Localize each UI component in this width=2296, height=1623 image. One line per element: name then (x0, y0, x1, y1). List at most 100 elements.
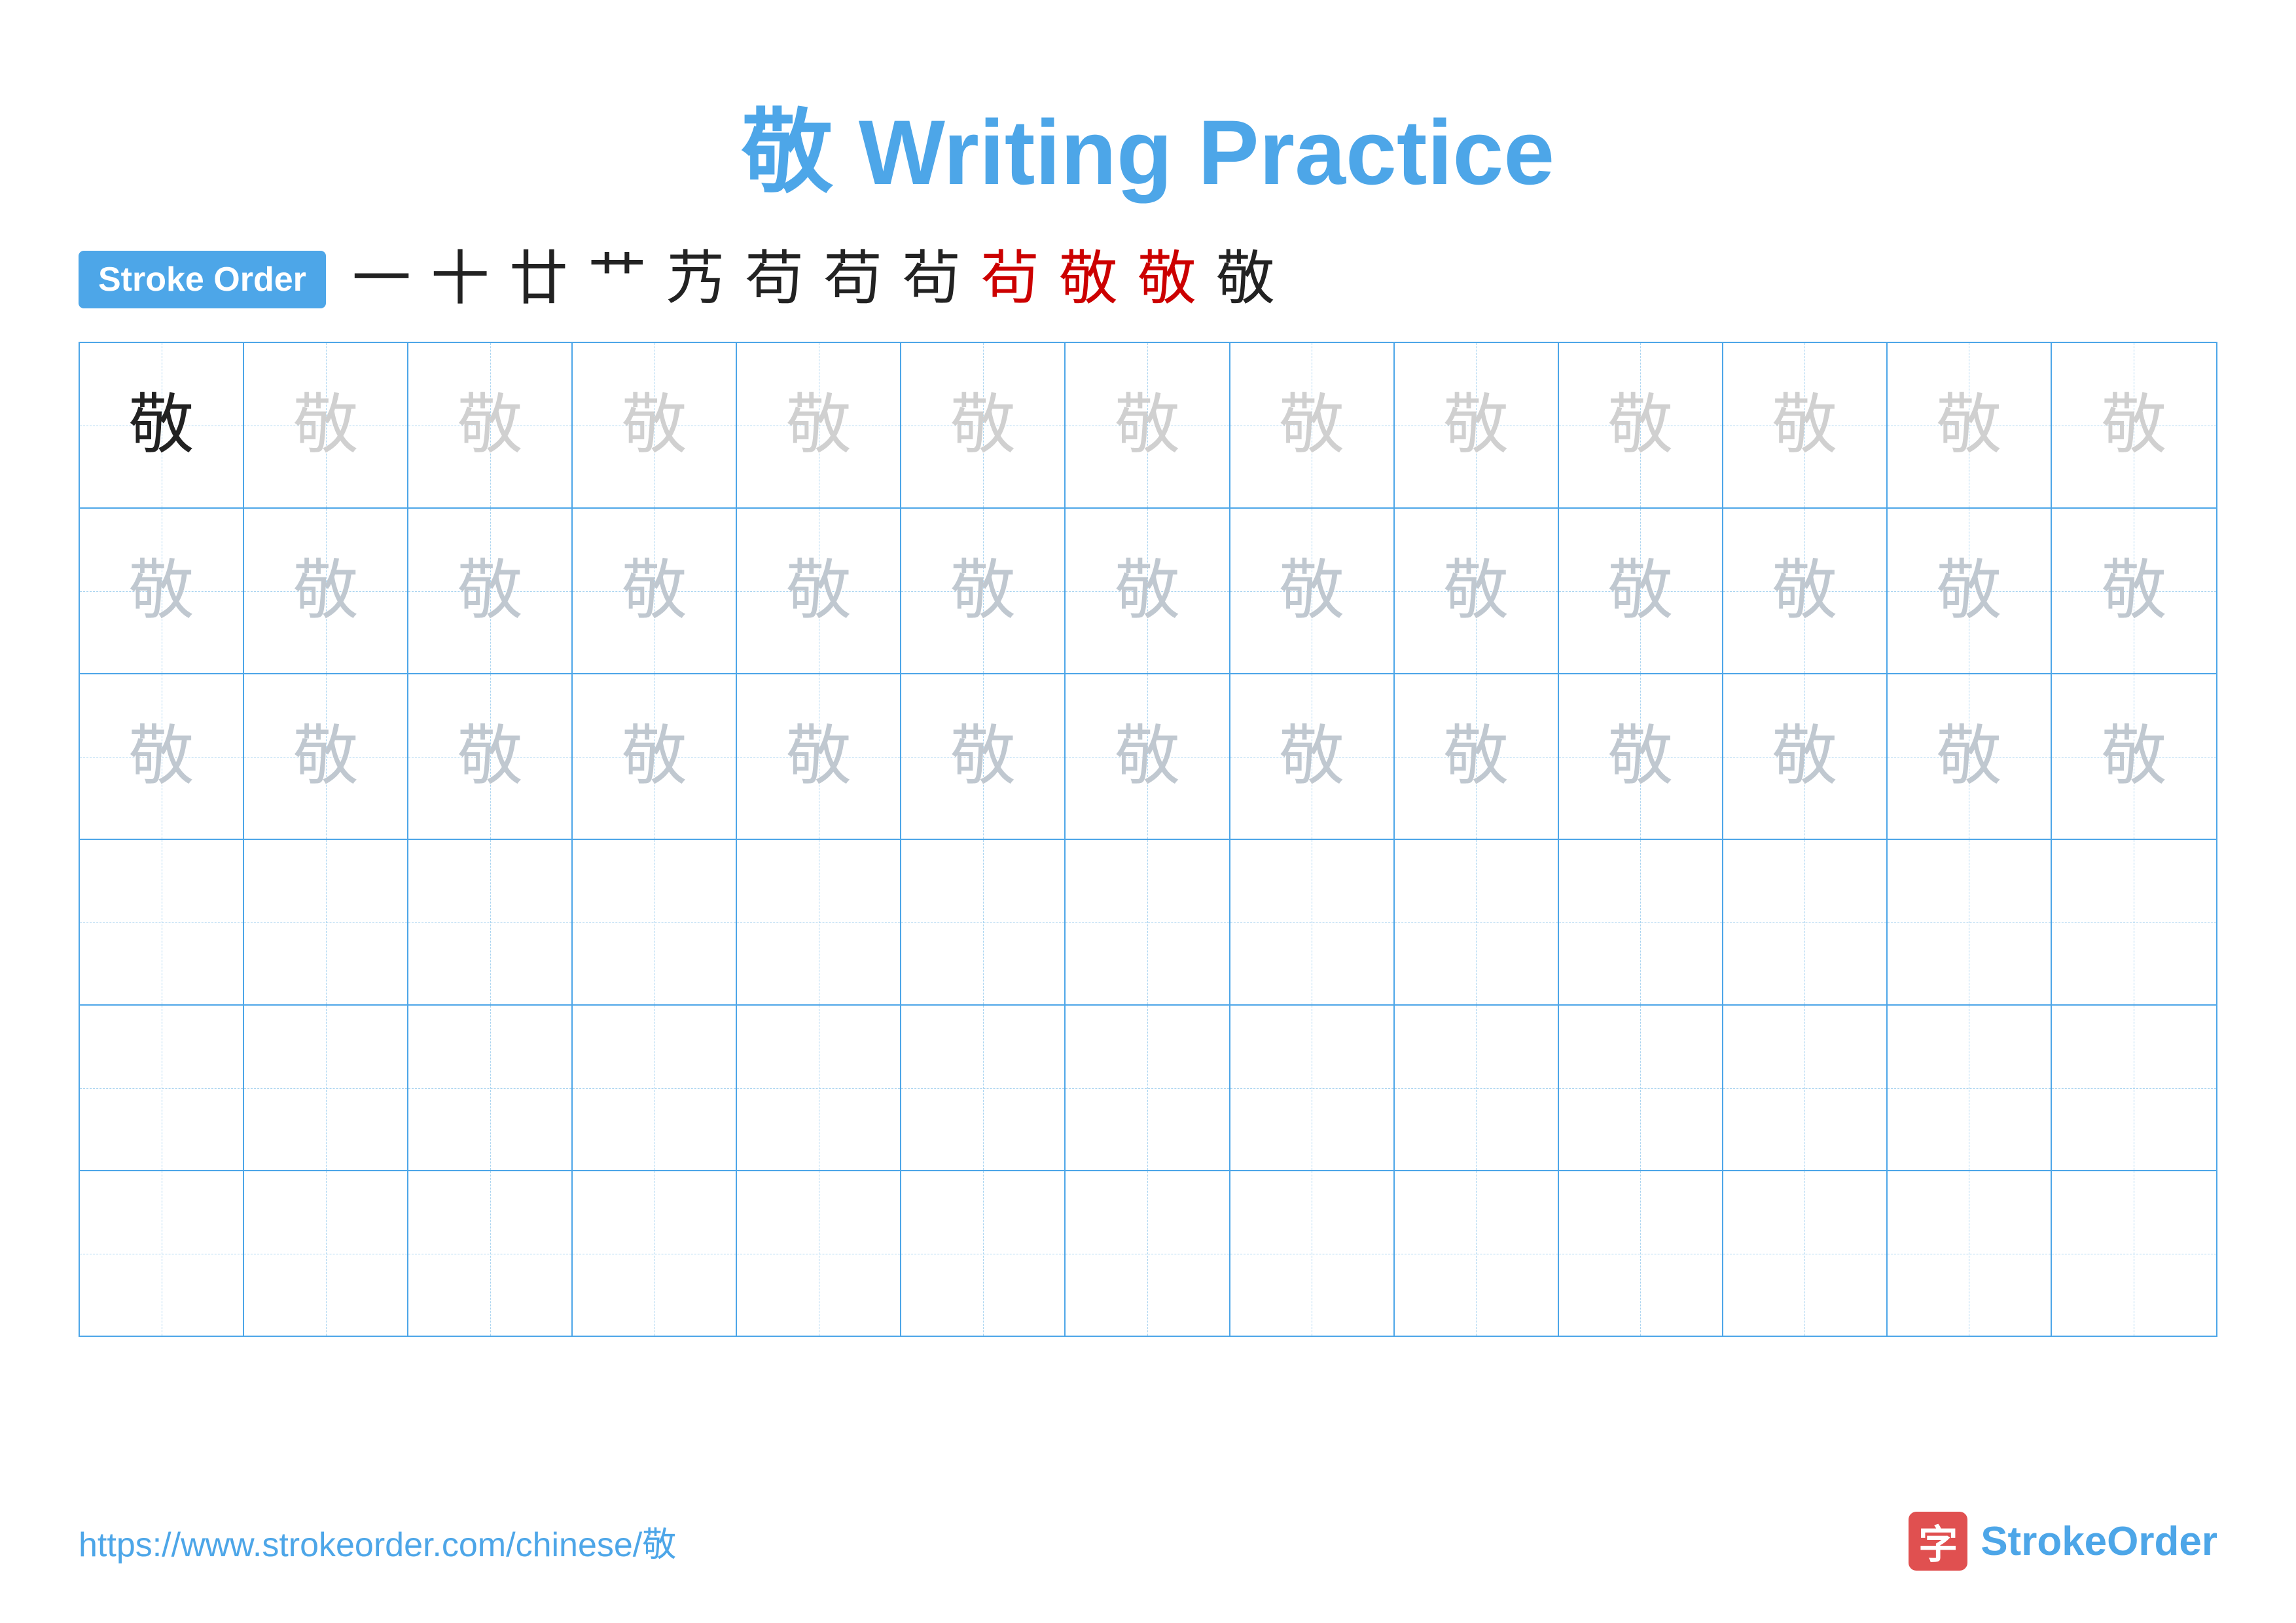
stroke-2: 十 (431, 250, 490, 309)
cell-5-6[interactable] (901, 1006, 1066, 1170)
cell-4-4[interactable] (573, 840, 737, 1004)
cell-2-6[interactable]: 敬 (901, 509, 1066, 673)
cell-2-8[interactable]: 敬 (1230, 509, 1395, 673)
cell-3-12[interactable]: 敬 (1888, 674, 2052, 839)
cell-5-13[interactable] (2052, 1006, 2216, 1170)
cell-4-10[interactable] (1559, 840, 1723, 1004)
cell-3-13[interactable]: 敬 (2052, 674, 2216, 839)
cell-6-2[interactable] (244, 1171, 408, 1336)
char-display: 敬 (1443, 393, 1509, 458)
cell-5-8[interactable] (1230, 1006, 1395, 1170)
cell-1-2[interactable]: 敬 (244, 343, 408, 507)
cell-2-7[interactable]: 敬 (1066, 509, 1230, 673)
char-display: 敬 (2101, 724, 2166, 790)
char-display: 敬 (1607, 393, 1673, 458)
cell-4-6[interactable] (901, 840, 1066, 1004)
cell-1-12[interactable]: 敬 (1888, 343, 2052, 507)
cell-1-7[interactable]: 敬 (1066, 343, 1230, 507)
cell-5-4[interactable] (573, 1006, 737, 1170)
char-display: 敬 (1772, 724, 1837, 790)
grid-row-1: 敬 敬 敬 敬 敬 敬 敬 敬 敬 敬 敬 敬 敬 (80, 343, 2216, 509)
cell-1-11[interactable]: 敬 (1723, 343, 1888, 507)
cell-6-3[interactable] (408, 1171, 573, 1336)
char-display: 敬 (293, 393, 359, 458)
cell-3-11[interactable]: 敬 (1723, 674, 1888, 839)
cell-4-5[interactable] (737, 840, 901, 1004)
cell-2-2[interactable]: 敬 (244, 509, 408, 673)
stroke-order-badge: Stroke Order (79, 251, 326, 308)
cell-4-3[interactable] (408, 840, 573, 1004)
cell-3-2[interactable]: 敬 (244, 674, 408, 839)
cell-2-3[interactable]: 敬 (408, 509, 573, 673)
cell-2-10[interactable]: 敬 (1559, 509, 1723, 673)
cell-5-11[interactable] (1723, 1006, 1888, 1170)
stroke-order-row: Stroke Order 一 十 廿 艹 艿 苟 苟 茍 茍 敬 敬 敬 (79, 250, 2217, 309)
cell-4-7[interactable] (1066, 840, 1230, 1004)
char-display: 敬 (950, 393, 1016, 458)
cell-5-3[interactable] (408, 1006, 573, 1170)
cell-1-4[interactable]: 敬 (573, 343, 737, 507)
cell-6-5[interactable] (737, 1171, 901, 1336)
stroke-6: 苟 (745, 250, 804, 309)
cell-1-5[interactable]: 敬 (737, 343, 901, 507)
cell-4-11[interactable] (1723, 840, 1888, 1004)
cell-3-7[interactable]: 敬 (1066, 674, 1230, 839)
char-display: 敬 (129, 724, 194, 790)
cell-5-9[interactable] (1395, 1006, 1559, 1170)
char-display: 敬 (457, 724, 523, 790)
cell-2-1[interactable]: 敬 (80, 509, 244, 673)
cell-1-13[interactable]: 敬 (2052, 343, 2216, 507)
cell-4-9[interactable] (1395, 840, 1559, 1004)
footer: https://www.strokeorder.com/chinese/敬 字 … (79, 1512, 2217, 1571)
cell-2-9[interactable]: 敬 (1395, 509, 1559, 673)
char-display: 敬 (1279, 558, 1344, 624)
cell-3-5[interactable]: 敬 (737, 674, 901, 839)
cell-5-2[interactable] (244, 1006, 408, 1170)
cell-4-8[interactable] (1230, 840, 1395, 1004)
cell-6-6[interactable] (901, 1171, 1066, 1336)
cell-2-13[interactable]: 敬 (2052, 509, 2216, 673)
cell-3-6[interactable]: 敬 (901, 674, 1066, 839)
cell-6-4[interactable] (573, 1171, 737, 1336)
cell-4-2[interactable] (244, 840, 408, 1004)
cell-5-12[interactable] (1888, 1006, 2052, 1170)
char-display: 敬 (622, 558, 687, 624)
cell-3-8[interactable]: 敬 (1230, 674, 1395, 839)
page-title: 敬 Writing Practice (79, 79, 2217, 211)
cell-5-5[interactable] (737, 1006, 901, 1170)
cell-6-7[interactable] (1066, 1171, 1230, 1336)
cell-1-3[interactable]: 敬 (408, 343, 573, 507)
char-display: 敬 (950, 724, 1016, 790)
stroke-5: 艿 (666, 250, 725, 309)
cell-6-12[interactable] (1888, 1171, 2052, 1336)
cell-3-4[interactable]: 敬 (573, 674, 737, 839)
cell-2-4[interactable]: 敬 (573, 509, 737, 673)
cell-4-13[interactable] (2052, 840, 2216, 1004)
cell-5-7[interactable] (1066, 1006, 1230, 1170)
cell-4-1[interactable] (80, 840, 244, 1004)
cell-4-12[interactable] (1888, 840, 2052, 1004)
cell-3-1[interactable]: 敬 (80, 674, 244, 839)
logo-icon: 字 (1909, 1512, 1967, 1571)
cell-2-12[interactable]: 敬 (1888, 509, 2052, 673)
cell-6-13[interactable] (2052, 1171, 2216, 1336)
cell-3-9[interactable]: 敬 (1395, 674, 1559, 839)
cell-3-10[interactable]: 敬 (1559, 674, 1723, 839)
stroke-1: 一 (352, 250, 411, 309)
cell-3-3[interactable]: 敬 (408, 674, 573, 839)
cell-1-1[interactable]: 敬 (80, 343, 244, 507)
cell-1-6[interactable]: 敬 (901, 343, 1066, 507)
cell-1-9[interactable]: 敬 (1395, 343, 1559, 507)
cell-1-10[interactable]: 敬 (1559, 343, 1723, 507)
cell-6-8[interactable] (1230, 1171, 1395, 1336)
cell-1-8[interactable]: 敬 (1230, 343, 1395, 507)
cell-2-5[interactable]: 敬 (737, 509, 901, 673)
cell-6-11[interactable] (1723, 1171, 1888, 1336)
grid-row-2: 敬 敬 敬 敬 敬 敬 敬 敬 敬 敬 敬 敬 敬 (80, 509, 2216, 674)
cell-6-1[interactable] (80, 1171, 244, 1336)
cell-5-1[interactable] (80, 1006, 244, 1170)
cell-2-11[interactable]: 敬 (1723, 509, 1888, 673)
cell-5-10[interactable] (1559, 1006, 1723, 1170)
cell-6-10[interactable] (1559, 1171, 1723, 1336)
cell-6-9[interactable] (1395, 1171, 1559, 1336)
